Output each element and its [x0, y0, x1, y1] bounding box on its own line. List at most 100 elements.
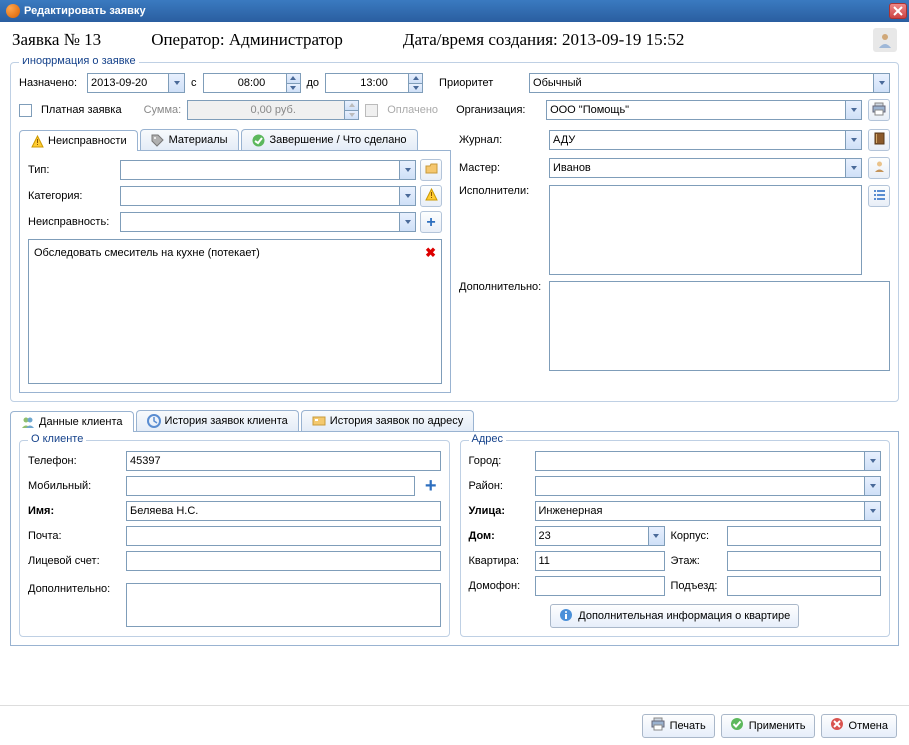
cat-label: Категория:	[28, 190, 116, 202]
email-input[interactable]	[126, 526, 441, 546]
apply-label: Применить	[749, 720, 806, 732]
cat-combo[interactable]	[120, 186, 416, 206]
card-icon	[312, 414, 326, 428]
domofon-input[interactable]	[535, 576, 665, 596]
app-icon	[6, 4, 20, 18]
cancel-label: Отмена	[849, 720, 888, 732]
tab-client-data[interactable]: Данные клиента	[10, 411, 134, 432]
tab-client-history[interactable]: История заявок клиента	[136, 410, 299, 431]
time-from-value: 08:00	[238, 77, 266, 89]
assigned-label: Назначено:	[19, 77, 81, 89]
mobile-input[interactable]	[126, 476, 415, 496]
assigned-date-input[interactable]: 2013-09-20	[87, 73, 185, 93]
defect-combo[interactable]	[120, 212, 416, 232]
about-client-group: О клиенте Телефон: 45397 Мобильный: + Им…	[19, 440, 450, 637]
tag-icon	[151, 133, 165, 147]
journal-button[interactable]	[868, 129, 890, 151]
tab-completion-label: Завершение / Что сделано	[270, 134, 407, 146]
defect-tab-body: Тип: Категория: Неисправность: + Обсле	[19, 151, 451, 393]
paid-checkbox[interactable]	[19, 104, 32, 117]
floor-input[interactable]	[727, 551, 882, 571]
person-icon	[873, 160, 886, 176]
book-icon	[873, 132, 886, 148]
apply-button[interactable]: Применить	[721, 714, 815, 738]
district-label: Район:	[469, 480, 529, 492]
executors-button[interactable]	[868, 185, 890, 207]
additional-textarea[interactable]	[549, 281, 890, 371]
window-title: Редактировать заявку	[24, 5, 889, 17]
request-info-group: Инофрмация о заявке Назначено: 2013-09-2…	[10, 62, 899, 402]
list-item: Обследовать смеситель на кухне (потекает…	[32, 243, 438, 263]
entrance-input[interactable]	[727, 576, 882, 596]
phone-value: 45397	[130, 455, 161, 467]
org-combo[interactable]: ООО "Помощь"	[546, 100, 862, 120]
city-combo[interactable]	[535, 451, 882, 471]
journal-combo[interactable]: АДУ	[549, 130, 862, 150]
priority-combo[interactable]: Обычный	[529, 73, 890, 93]
account-input[interactable]	[126, 551, 441, 571]
header-bar: Заявка № 13 Оператор: Администратор Дата…	[0, 22, 909, 58]
org-value: ООО "Помощь"	[550, 104, 629, 116]
to-label: до	[307, 77, 320, 89]
district-combo[interactable]	[535, 476, 882, 496]
priority-value: Обычный	[533, 77, 582, 89]
print-label: Печать	[670, 720, 706, 732]
city-label: Город:	[469, 455, 529, 467]
window-close-button[interactable]	[889, 3, 907, 19]
house-value: 23	[539, 530, 551, 542]
tab-address-history[interactable]: История заявок по адресу	[301, 410, 474, 431]
list-icon	[873, 188, 886, 204]
paid-done-checkbox	[365, 104, 378, 117]
time-to-input[interactable]: 13:00	[325, 73, 423, 93]
tab-completion[interactable]: Завершение / Что сделано	[241, 129, 418, 150]
time-from-input[interactable]: 08:00	[203, 73, 301, 93]
client-tab-body: О клиенте Телефон: 45397 Мобильный: + Им…	[10, 432, 899, 646]
master-combo[interactable]: Иванов	[549, 158, 862, 178]
defect-add-button[interactable]: +	[420, 211, 442, 233]
apartment-info-button[interactable]: Дополнительная информация о квартире	[550, 604, 799, 628]
client-additional-textarea[interactable]	[126, 583, 441, 627]
phone-input[interactable]: 45397	[126, 451, 441, 471]
street-combo[interactable]: Инженерная	[535, 501, 882, 521]
house-combo[interactable]: 23	[535, 526, 665, 546]
org-button[interactable]	[868, 99, 890, 121]
delete-item-button[interactable]: ✖	[425, 245, 436, 261]
entrance-label: Подъезд:	[671, 580, 721, 592]
avatar-icon	[873, 28, 897, 52]
client-tabs: Данные клиента История заявок клиента Ис…	[10, 410, 899, 432]
print-button[interactable]: Печать	[642, 714, 715, 738]
cancel-button[interactable]: Отмена	[821, 714, 897, 738]
apt-value: 11	[539, 555, 550, 567]
address-history-tab-label: История заявок по адресу	[330, 415, 463, 427]
type-combo[interactable]	[120, 160, 416, 180]
info-icon	[559, 608, 573, 625]
printer-icon	[872, 102, 886, 119]
name-value: Беляева Н.С.	[130, 505, 198, 517]
name-input[interactable]: Беляева Н.С.	[126, 501, 441, 521]
account-label: Лицевой счет:	[28, 555, 120, 567]
korpus-input[interactable]	[727, 526, 882, 546]
address-group: Адрес Город: Район: Улица: Инженерная До…	[460, 440, 891, 637]
executors-list[interactable]	[549, 185, 862, 275]
master-value: Иванов	[553, 162, 591, 174]
additional-label: Дополнительно:	[459, 281, 543, 293]
tab-materials[interactable]: Материалы	[140, 129, 239, 150]
footer: Печать Применить Отмена	[0, 705, 909, 745]
tab-defects[interactable]: Неисправности	[19, 130, 138, 151]
journal-value: АДУ	[553, 134, 575, 146]
defect-list[interactable]: Обследовать смеситель на кухне (потекает…	[28, 239, 442, 384]
request-number: Заявка № 13	[12, 30, 101, 50]
tab-defects-label: Неисправности	[48, 135, 127, 147]
street-value: Инженерная	[539, 505, 603, 517]
type-edit-button[interactable]	[420, 159, 442, 181]
cat-edit-button[interactable]	[420, 185, 442, 207]
created-at: Дата/время создания: 2013-09-19 15:52	[403, 30, 684, 50]
master-label: Мастер:	[459, 162, 543, 174]
from-label: с	[191, 77, 197, 89]
client-tab-label: Данные клиента	[39, 416, 123, 428]
warning-icon	[30, 134, 44, 148]
plus-icon: +	[426, 217, 435, 228]
master-button[interactable]	[868, 157, 890, 179]
add-mobile-button[interactable]: +	[421, 479, 441, 493]
apt-input[interactable]: 11	[535, 551, 665, 571]
